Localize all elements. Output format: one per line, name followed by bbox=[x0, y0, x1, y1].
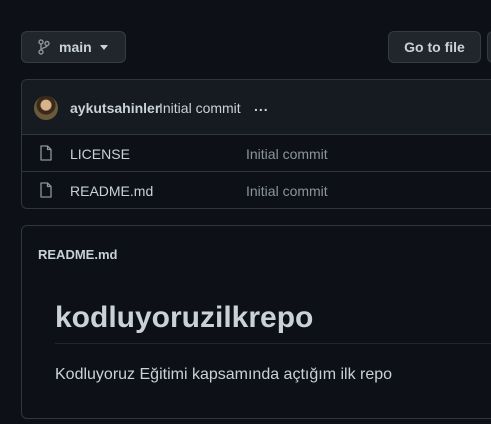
file-commit-link[interactable]: Initial commit bbox=[246, 183, 328, 199]
commit-expand-button[interactable]: ... bbox=[254, 98, 269, 114]
readme-panel: README.md kodluyoruzilkrepo Kodluyoruz E… bbox=[21, 225, 491, 419]
file-commit-link[interactable]: Initial commit bbox=[246, 146, 328, 162]
readme-heading: kodluyoruzilkrepo bbox=[55, 301, 491, 344]
readme-file-title[interactable]: README.md bbox=[38, 247, 117, 262]
readme-paragraph: Kodluyoruz Eğitimi kapsamında açtığım il… bbox=[55, 366, 393, 383]
latest-commit-bar: aykutsahinler Initial commit ... bbox=[22, 80, 491, 135]
add-file-button[interactable] bbox=[487, 31, 491, 63]
git-branch-icon bbox=[38, 39, 50, 55]
avatar[interactable] bbox=[34, 96, 58, 120]
commit-author-link[interactable]: aykutsahinler bbox=[70, 100, 160, 116]
branch-selector-button[interactable]: main bbox=[21, 31, 126, 63]
go-to-file-button[interactable]: Go to file bbox=[388, 31, 481, 63]
file-name-link[interactable]: README.md bbox=[70, 183, 153, 199]
caret-down-icon bbox=[99, 44, 108, 50]
file-icon bbox=[39, 182, 53, 198]
file-icon bbox=[39, 145, 53, 161]
file-browser: aykutsahinler Initial commit ... LICENSE… bbox=[21, 79, 491, 209]
commit-message-link[interactable]: Initial commit bbox=[159, 100, 241, 116]
file-name-link[interactable]: LICENSE bbox=[70, 146, 130, 162]
file-row-readme[interactable]: README.md Initial commit bbox=[22, 171, 491, 208]
go-to-file-label: Go to file bbox=[404, 39, 465, 55]
branch-name: main bbox=[59, 39, 92, 55]
file-row-license[interactable]: LICENSE Initial commit bbox=[22, 134, 491, 172]
